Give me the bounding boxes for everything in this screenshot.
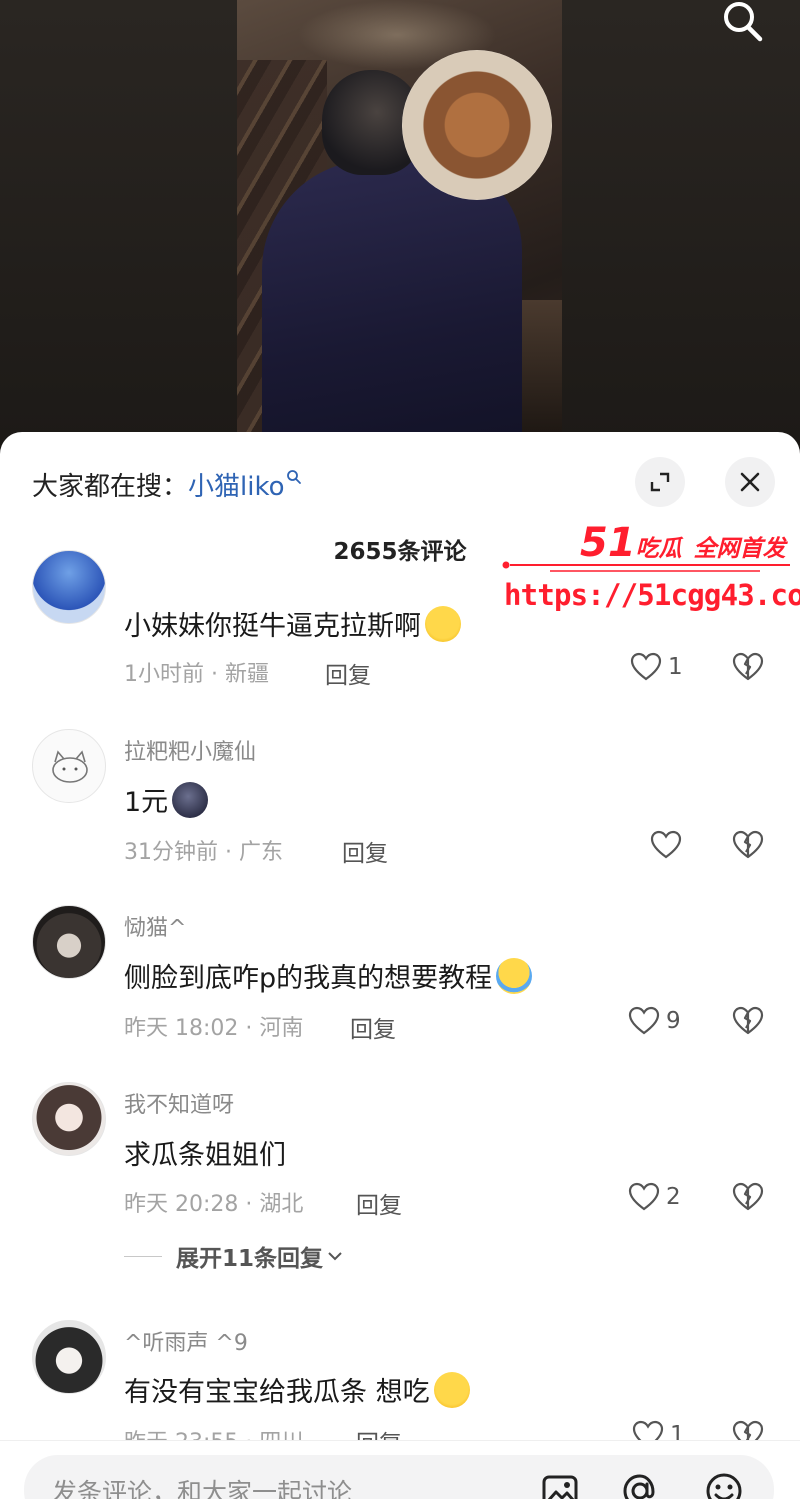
broken-heart-icon[interactable]: [731, 652, 765, 682]
like-button[interactable]: 1: [630, 652, 683, 682]
comment-text: 1元: [124, 780, 209, 819]
loudly-crying-emoji: [496, 958, 533, 994]
comment-text: 侧脸到底咋p的我真的想要教程: [124, 956, 533, 995]
video-player[interactable]: [0, 0, 800, 440]
heart-icon: [628, 1006, 660, 1035]
broken-heart-icon[interactable]: [731, 1182, 765, 1212]
username[interactable]: 拉粑粑小魔仙: [124, 734, 256, 766]
chevron-down-icon: [328, 1252, 342, 1261]
search-small-icon: [286, 470, 301, 484]
heart-icon: [650, 830, 682, 859]
like-button[interactable]: 2: [628, 1182, 681, 1212]
comment-meta: 昨天 18:02 · 河南: [124, 1016, 304, 1041]
avatar[interactable]: [32, 905, 106, 979]
at-mention-icon[interactable]: [620, 1471, 660, 1499]
expand-replies-label: 展开11条回复: [176, 1246, 324, 1272]
comment-sheet: 大家都在搜：小猫liko 2655条评论 51吃瓜 全网首发 https://5…: [0, 432, 800, 1499]
heart-icon: [630, 652, 662, 681]
avatar[interactable]: [32, 1320, 106, 1394]
comment-input-placeholder: 发条评论，和大家一起讨论: [52, 1478, 353, 1499]
hot-search-prefix: 大家都在搜：: [32, 472, 189, 502]
cat-sketch-avatar: [52, 750, 88, 783]
watermark-lines: [502, 561, 790, 572]
comment-input-bar: 发条评论，和大家一起讨论: [0, 1440, 800, 1499]
reply-button[interactable]: 回复: [350, 1010, 396, 1044]
close-button[interactable]: [725, 457, 775, 507]
like-count: 1: [668, 654, 683, 680]
comment-meta: 1小时前 · 新疆: [124, 662, 269, 687]
close-icon: [740, 472, 760, 492]
comment-meta: 昨天 20:28 · 湖北: [124, 1192, 304, 1217]
like-button[interactable]: 9: [628, 1006, 681, 1036]
emoji-icon[interactable]: [704, 1471, 744, 1499]
dark-blob-emoji: [172, 782, 209, 818]
heart-icon: [628, 1182, 660, 1211]
expand-replies-button[interactable]: 展开11条回复: [124, 1239, 343, 1273]
username[interactable]: ^听雨声 ^9: [124, 1325, 248, 1357]
expand-button[interactable]: [635, 457, 685, 507]
watermark-brand-text: 吃瓜: [635, 536, 682, 562]
expand-icon: [650, 472, 670, 492]
comment-text: 求瓜条姐姐们: [124, 1140, 286, 1171]
divider-line: [124, 1255, 162, 1257]
person-body: [262, 160, 522, 440]
watermark-tagline: 全网首发: [693, 536, 786, 562]
watermark-url: https://51cgg43.com: [504, 578, 800, 612]
like-count: 9: [666, 1008, 681, 1034]
hot-search-bar[interactable]: 大家都在搜：小猫liko: [32, 466, 302, 503]
comment-meta: 31分钟前 · 广东: [124, 840, 283, 865]
hot-search-keyword[interactable]: 小猫liko: [188, 472, 285, 502]
username[interactable]: 恸猫^: [124, 910, 186, 942]
avatar[interactable]: [32, 1082, 106, 1156]
reply-button[interactable]: 回复: [342, 834, 388, 868]
comment-text: 有没有宝宝给我瓜条 想吃: [124, 1370, 470, 1409]
username[interactable]: 我不知道呀: [124, 1087, 234, 1119]
comment-input[interactable]: 发条评论，和大家一起讨论: [24, 1455, 774, 1499]
avatar[interactable]: [32, 729, 106, 803]
dizzy-tongue-emoji: [425, 606, 461, 642]
broken-heart-icon[interactable]: [731, 830, 765, 860]
comment-text: 小妹妹你挺牛逼克拉斯啊: [124, 604, 461, 643]
bread-bouquet: [402, 50, 552, 200]
like-count: 2: [666, 1184, 681, 1210]
reply-button[interactable]: 回复: [356, 1186, 402, 1220]
search-icon[interactable]: [720, 0, 766, 46]
reply-button[interactable]: 回复: [325, 656, 371, 690]
like-button[interactable]: [650, 830, 688, 860]
video-frame[interactable]: [237, 0, 562, 440]
avatar[interactable]: [32, 550, 106, 624]
image-icon[interactable]: [540, 1471, 580, 1499]
crying-emoji: [433, 1372, 470, 1408]
broken-heart-icon[interactable]: [731, 1006, 765, 1036]
